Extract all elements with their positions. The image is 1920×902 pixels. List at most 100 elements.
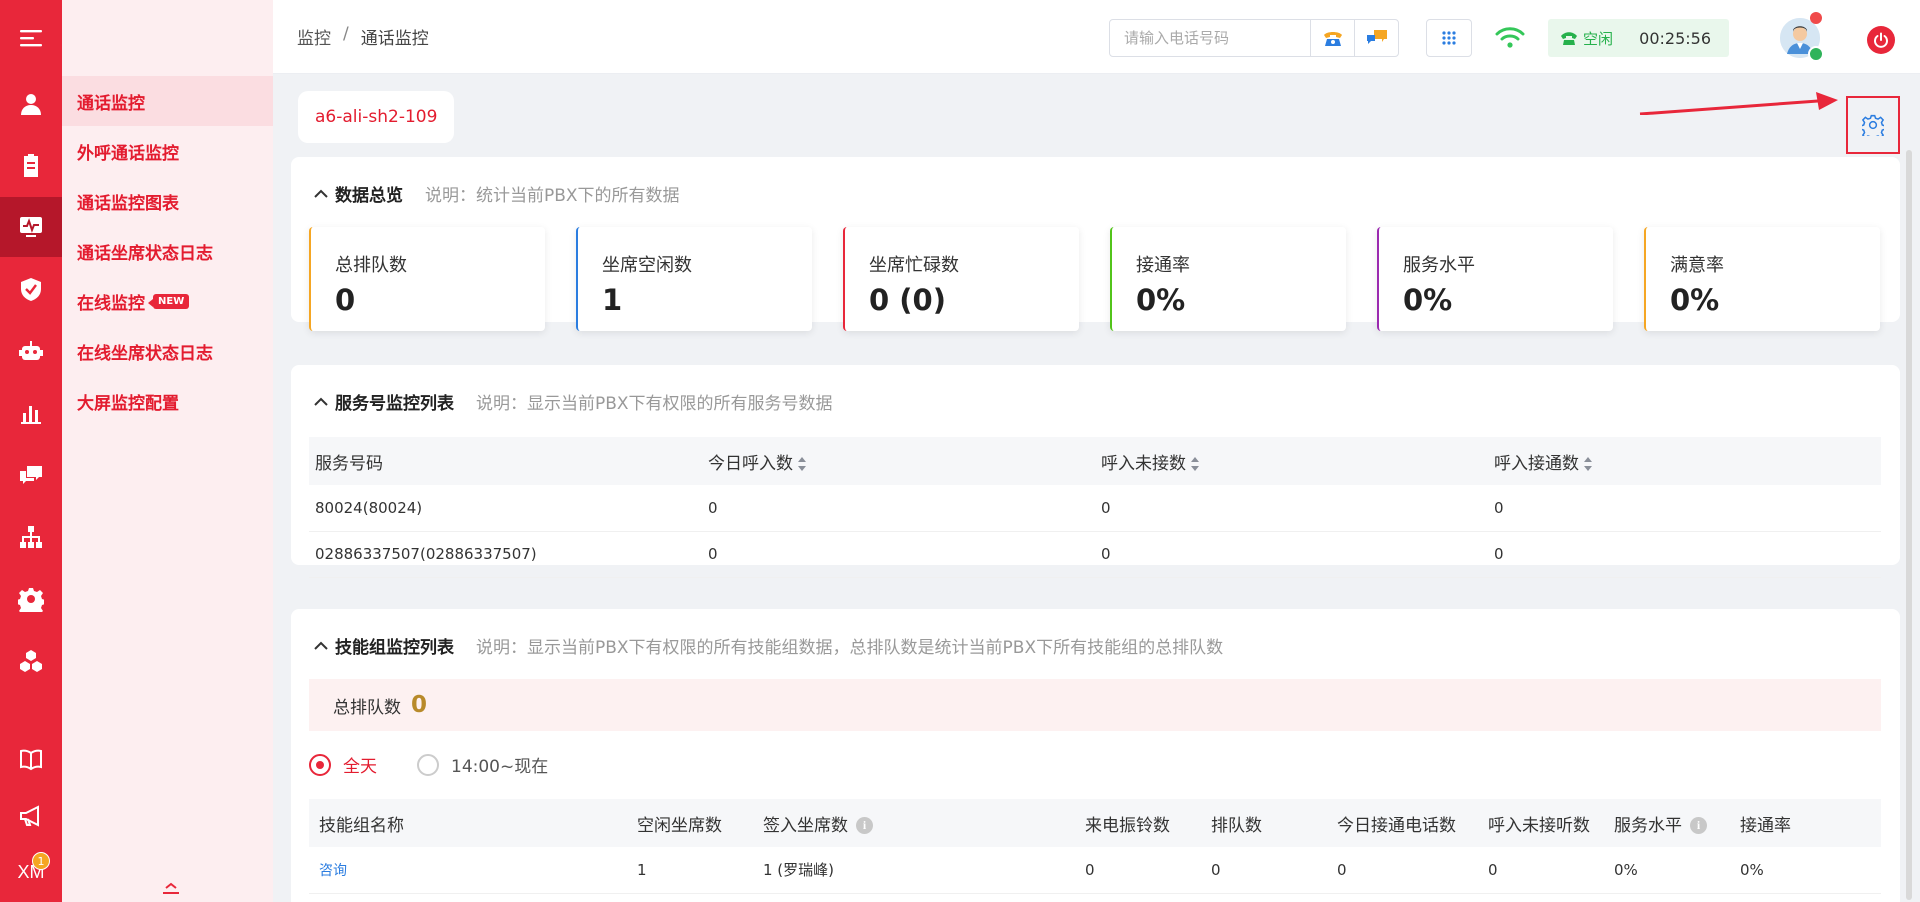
column-label: 签入坐席数 bbox=[763, 815, 848, 836]
online-check-icon bbox=[1808, 46, 1824, 62]
col-signed-agents: 签入坐席数 i bbox=[757, 799, 1079, 847]
column-label: 今日呼入数 bbox=[708, 453, 793, 474]
avatar[interactable] bbox=[1780, 12, 1824, 62]
settings-gear-icon bbox=[1862, 114, 1884, 136]
table-row: 80024(80024) 0 0 0 bbox=[309, 485, 1881, 532]
phone-icon bbox=[1323, 32, 1342, 46]
submenu-label: 大屏监控配置 bbox=[77, 393, 179, 414]
skill-header[interactable]: 技能组监控列表 说明：显示当前PBX下有权限的所有技能组数据，总排队数是统计当前… bbox=[313, 633, 1223, 658]
stat-value: 1 bbox=[602, 283, 623, 317]
breadcrumb-current: 通话监控 bbox=[360, 29, 429, 49]
col-inbound-unanswered: 呼入未接听数 bbox=[1482, 799, 1608, 847]
overview-card: 数据总览 说明：统计当前PBX下的所有数据 总排队数 0 坐席空闲数 1 坐席忙碌数… bbox=[291, 157, 1900, 331]
collapse-icon[interactable] bbox=[162, 882, 180, 896]
cell: 0 bbox=[702, 485, 1095, 532]
message-button[interactable] bbox=[1354, 20, 1398, 56]
stats-row: 总排队数 0 坐席空闲数 1 坐席忙碌数 0 (0) 接通率 0% 服务水平 0% 满意率… bbox=[309, 227, 1880, 331]
col-inbound-answered[interactable]: 呼入接通数 bbox=[1488, 437, 1881, 485]
stat-total-queue: 总排队数 0 bbox=[309, 227, 545, 331]
stat-satisfaction: 满意率 0% bbox=[1644, 227, 1880, 331]
grid-icon bbox=[1442, 31, 1456, 45]
submenu-item-outbound-monitor[interactable]: 外呼通话监控 bbox=[62, 126, 273, 176]
cubes-icon[interactable] bbox=[0, 631, 62, 691]
xm-item[interactable]: XM 1 bbox=[0, 842, 62, 902]
user-icon[interactable] bbox=[0, 74, 62, 134]
robot-icon[interactable] bbox=[0, 321, 62, 381]
info-icon[interactable]: i bbox=[856, 817, 873, 834]
queue-label: 总排队数 bbox=[333, 697, 401, 718]
sort-icon[interactable] bbox=[797, 456, 807, 472]
xm-badge: 1 bbox=[32, 852, 50, 870]
scrollbar[interactable] bbox=[1906, 150, 1912, 900]
overview-header[interactable]: 数据总览 说明：统计当前PBX下的所有数据 bbox=[313, 181, 680, 206]
submenu-item-monitor-chart[interactable]: 通话监控图表 bbox=[62, 176, 273, 226]
radio-all-day[interactable]: 全天 bbox=[309, 752, 377, 777]
cell: 0 bbox=[702, 531, 1095, 578]
status-label: 空闲 bbox=[1583, 29, 1614, 48]
apps-grid-button[interactable] bbox=[1426, 19, 1472, 57]
column-label: 来电振铃数 bbox=[1085, 815, 1170, 836]
radio-dot bbox=[417, 753, 439, 776]
col-service-level: 服务水平 i bbox=[1608, 799, 1734, 847]
submenu-label: 在线坐席状态日志 bbox=[77, 343, 213, 364]
col-answer-rate: 接通率 bbox=[1734, 799, 1881, 847]
skill-group-link[interactable]: 咨询 bbox=[319, 863, 347, 879]
clipboard-icon[interactable] bbox=[0, 135, 62, 195]
agent-status[interactable]: 空闲 00:25:56 bbox=[1548, 19, 1729, 57]
new-badge: NEW bbox=[147, 293, 190, 309]
dial-button[interactable] bbox=[1310, 20, 1354, 56]
col-inbound-missed[interactable]: 呼入未接数 bbox=[1095, 437, 1488, 485]
submenu-item-online-monitor[interactable]: 在线监控 NEW bbox=[62, 276, 273, 326]
cell: 咨询 bbox=[309, 847, 631, 894]
menu-toggle-icon[interactable] bbox=[0, 8, 62, 68]
col-today-answered: 今日接通电话数 bbox=[1331, 799, 1482, 847]
service-title: 服务号监控列表 bbox=[335, 394, 454, 414]
sort-icon[interactable] bbox=[1583, 456, 1593, 472]
megaphone-icon[interactable] bbox=[0, 786, 62, 846]
status-timer: 00:25:56 bbox=[1639, 28, 1711, 48]
stat-label: 总排队数 bbox=[335, 255, 407, 276]
chevron-up-icon bbox=[314, 397, 328, 406]
submenu-item-agent-status-log[interactable]: 通话坐席状态日志 bbox=[62, 226, 273, 276]
col-queue: 排队数 bbox=[1205, 799, 1331, 847]
service-card: 服务号监控列表 说明：显示当前PBX下有权限的所有服务号数据 服务号码 今日呼入… bbox=[291, 365, 1900, 578]
submenu-label: 通话监控 bbox=[77, 93, 145, 114]
stat-service-level: 服务水平 0% bbox=[1377, 227, 1613, 331]
icon-rail: XM 1 bbox=[0, 0, 62, 902]
settings-button[interactable] bbox=[1846, 96, 1900, 154]
monitor-icon[interactable] bbox=[0, 197, 62, 257]
logout-button[interactable] bbox=[1867, 26, 1895, 54]
info-icon[interactable]: i bbox=[1690, 817, 1707, 834]
phone-status-icon bbox=[1561, 32, 1577, 45]
submenu-label: 通话监控图表 bbox=[77, 193, 179, 214]
bar-chart-icon[interactable] bbox=[0, 383, 62, 443]
radio-since-14[interactable]: 14:00~现在 bbox=[417, 752, 548, 777]
service-header[interactable]: 服务号监控列表 说明：显示当前PBX下有权限的所有服务号数据 bbox=[313, 389, 833, 414]
submenu-item-screen-config[interactable]: 大屏监控配置 bbox=[62, 376, 273, 426]
chat-icon[interactable] bbox=[0, 445, 62, 505]
pbx-tab[interactable]: a6-ali-sh2-109 bbox=[298, 91, 455, 143]
submenu-item-online-agent-log[interactable]: 在线坐席状态日志 bbox=[62, 326, 273, 376]
breadcrumb-monitor[interactable]: 监控 bbox=[297, 24, 331, 49]
col-today-inbound[interactable]: 今日呼入数 bbox=[702, 437, 1095, 485]
submenu-label: 外呼通话监控 bbox=[77, 143, 179, 164]
cell: 0 bbox=[1095, 531, 1488, 578]
cell: 0 bbox=[1331, 847, 1482, 894]
cell: 0 bbox=[1095, 485, 1488, 532]
submenu-label: 在线监控 bbox=[77, 293, 145, 314]
submenu-item-call-monitor[interactable]: 通话监控 bbox=[62, 76, 273, 126]
shield-icon[interactable] bbox=[0, 259, 62, 319]
phone-input[interactable] bbox=[1110, 20, 1310, 56]
main-content: a6-ali-sh2-109 数据总览 说明：统计当前PBX下的所有数据 总排队… bbox=[273, 75, 1920, 902]
book-icon[interactable] bbox=[0, 729, 62, 789]
stat-value: 0% bbox=[1403, 283, 1453, 317]
stat-value: 0 (0) bbox=[869, 283, 946, 317]
org-chart-icon[interactable] bbox=[0, 507, 62, 567]
cell: 0 bbox=[1482, 847, 1608, 894]
sort-icon[interactable] bbox=[1190, 456, 1200, 472]
chevron-up-icon bbox=[314, 189, 328, 198]
breadcrumb: 监控 / 通话监控 bbox=[297, 24, 429, 49]
gear-icon[interactable] bbox=[0, 569, 62, 629]
column-label: 呼入未接听数 bbox=[1488, 815, 1590, 836]
column-label: 接通率 bbox=[1740, 815, 1791, 836]
